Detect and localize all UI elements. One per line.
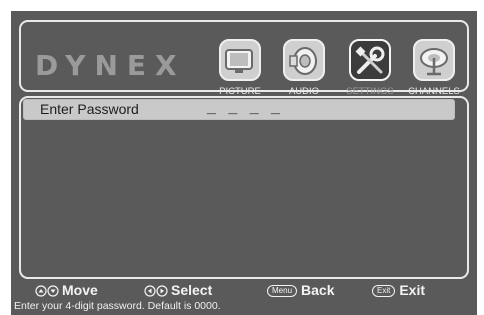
tab-settings[interactable]	[349, 39, 391, 81]
help-select: Select	[144, 282, 212, 298]
help-move: Move	[35, 282, 98, 298]
tab-audio[interactable]	[283, 39, 325, 81]
password-row[interactable]: Enter Password _ _ _ _	[23, 99, 455, 120]
up-down-arrows-icon	[35, 285, 59, 297]
dynex-logo: DYNEX	[35, 49, 186, 82]
help-move-label: Move	[62, 282, 98, 298]
left-right-arrows-icon	[144, 285, 168, 297]
tv-icon	[225, 49, 253, 73]
password-input[interactable]: _ _ _ _	[207, 99, 284, 117]
help-exit: Exit Exit	[372, 282, 425, 298]
settings-tools-icon	[355, 46, 385, 74]
satellite-dish-icon	[420, 48, 448, 76]
help-back: Menu Back	[267, 282, 334, 298]
tv-menu-screen: DYNEX PICTURE AUDIO SETTINGS CHANNELS En…	[11, 11, 477, 303]
help-back-label: Back	[301, 282, 335, 298]
speaker-icon	[289, 47, 317, 75]
exit-key-icon: Exit	[372, 285, 396, 298]
help-exit-label: Exit	[399, 282, 426, 298]
menu-header: DYNEX PICTURE AUDIO SETTINGS CHANNELS	[19, 20, 469, 97]
tab-picture[interactable]	[219, 39, 261, 81]
hint-text: Enter your 4-digit password. Default is …	[14, 300, 221, 312]
password-label: Enter Password	[40, 101, 139, 117]
settings-panel	[19, 96, 469, 279]
menu-key-icon: Menu	[267, 285, 298, 298]
hint-bar: Enter your 4-digit password. Default is …	[11, 300, 477, 315]
tab-channels[interactable]	[413, 39, 455, 81]
help-select-label: Select	[171, 282, 213, 298]
